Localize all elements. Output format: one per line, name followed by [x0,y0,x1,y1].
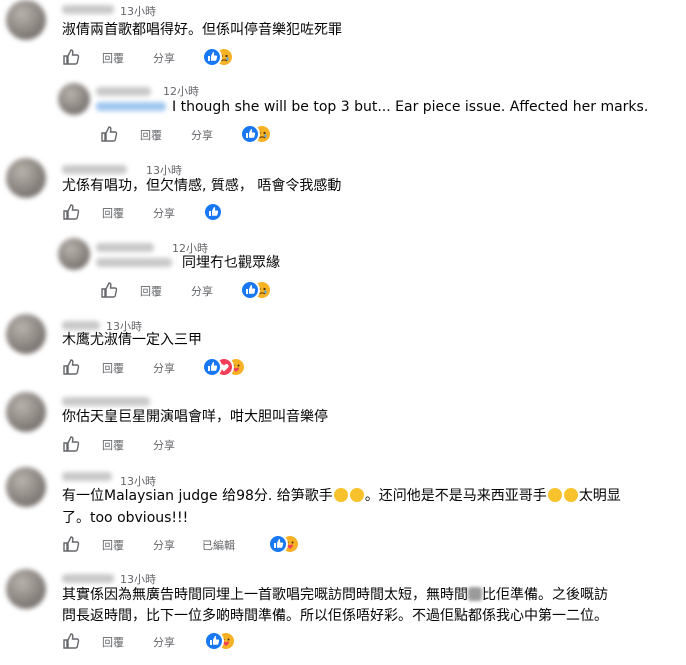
astonished-emoji-icon [547,488,562,502]
share-button[interactable]: 分享 [191,283,213,299]
comment-text: 問長返時間，比下一位多啲時間準備。所以佢係唔好彩。不過佢點都係我心中第一二位。 [62,608,608,624]
avatar[interactable] [6,0,46,40]
comment-text: 木鹰尤淑倩一定入三甲 [62,332,202,348]
reply-button[interactable]: 回覆 [102,205,124,221]
avatar[interactable] [58,83,90,115]
author-name-blurred[interactable] [62,397,150,406]
scream-emoji-icon [563,488,578,502]
thumbs-up-icon[interactable] [62,48,80,66]
comment-actions: 回覆 分享 [62,357,282,378]
share-button[interactable]: 分享 [153,50,175,66]
share-button[interactable]: 分享 [191,127,213,143]
reactions[interactable] [268,534,308,554]
reactions[interactable] [204,631,244,651]
comment-text: 尤係有唱功，但欠情感, 質感， 唔會令我感動 [62,178,342,194]
share-button[interactable]: 分享 [153,360,175,376]
like-reaction-icon [268,534,288,554]
avatar[interactable] [6,392,46,432]
blurred-emoji [468,587,482,601]
like-reaction-icon [202,47,222,67]
like-reaction-icon [202,357,222,377]
reactions[interactable] [240,280,280,300]
reactions[interactable] [203,202,223,222]
reactions[interactable] [240,124,280,144]
reply-button[interactable]: 回覆 [102,360,124,376]
thumbs-up-icon[interactable] [62,358,80,376]
comment-text: 同埋冇乜觀眾緣 [182,255,280,271]
avatar[interactable] [6,158,46,198]
share-button[interactable]: 分享 [153,537,175,553]
comment-actions: 回覆 分享 已編輯 [62,534,322,555]
comment-text-part: 太明显 [578,488,621,504]
author-name-blurred[interactable] [96,87,151,96]
author-name-blurred[interactable] [96,243,154,252]
share-button[interactable]: 分享 [153,205,175,221]
comment-actions: 回覆 分享 [62,631,282,652]
reply-button[interactable]: 回覆 [140,127,162,143]
author-name-blurred[interactable] [62,574,114,583]
comment-text: 了。too obvious!!! [62,510,189,526]
author-subtitle-blurred[interactable] [96,258,172,267]
reply-button[interactable]: 回覆 [140,283,162,299]
reactions[interactable] [202,357,252,377]
edited-label: 已編輯 [202,539,235,552]
share-button[interactable]: 分享 [153,437,175,453]
comment-text-part: 有一位Malaysian judge 给98分. 给笋歌手 [62,488,333,504]
avatar[interactable] [6,467,46,507]
comment-text: 淑倩兩首歌都唱得好。但係叫停音樂犯咗死罪 [62,22,342,38]
reactions[interactable] [202,47,242,67]
reply-button[interactable]: 回覆 [102,537,124,553]
comment-text-part: 其實係因為無廣告時間同埋上一首歌唱完嘅訪問時間太短，無時間 [62,587,468,603]
avatar[interactable] [6,569,46,609]
comment-actions: 回覆 分享 [62,435,262,455]
author-name-blurred[interactable] [62,165,127,174]
author-name-blurred[interactable] [62,321,100,330]
comment-text: I though she will be top 3 but... Ear pi… [172,99,649,115]
frowning-emoji-icon [349,488,364,502]
thumbs-up-icon[interactable] [62,435,80,453]
like-reaction-icon [204,631,224,651]
comment-text-part: 比佢準備。之後嘅訪 [482,587,608,603]
comment-text: 你估天皇巨星開演唱會咩，咁大胆叫音樂停 [62,409,328,425]
like-reaction-icon [240,280,260,300]
like-reaction-icon [203,202,223,222]
reply-button[interactable]: 回覆 [102,437,124,453]
like-reaction-icon [240,124,260,144]
reply-button[interactable]: 回覆 [102,50,124,66]
comment-text: 有一位Malaysian judge 给98分. 给笋歌手 。还问他是不是马来西亚… [62,486,621,506]
share-button[interactable]: 分享 [153,634,175,650]
comment-text: 其實係因為無廣告時間同埋上一首歌唱完嘅訪問時間太短，無時間 比佢準備。之後嘅訪 [62,585,608,605]
thinking-emoji-icon [333,488,348,502]
thumbs-up-icon[interactable] [62,203,80,221]
comment-text-part: 。还问他是不是马来西亚哥手 [364,488,547,504]
avatar[interactable] [6,314,46,354]
avatar[interactable] [58,238,90,270]
thumbs-up-icon[interactable] [62,632,80,650]
comment-actions: 回覆 分享 [100,280,300,301]
comment-actions: 回覆 分享 [62,47,262,68]
comment-actions: 回覆 分享 [62,202,262,223]
comment-time[interactable]: 13小時 [120,3,156,19]
author-name-blurred[interactable] [62,5,114,14]
author-subtitle-blurred[interactable] [96,102,166,111]
thumbs-up-icon[interactable] [100,281,118,299]
author-name-blurred[interactable] [62,472,112,481]
reply-button[interactable]: 回覆 [102,634,124,650]
thumbs-up-icon[interactable] [62,535,80,553]
thumbs-up-icon[interactable] [100,125,118,143]
comment-actions: 回覆 分享 [100,124,300,145]
